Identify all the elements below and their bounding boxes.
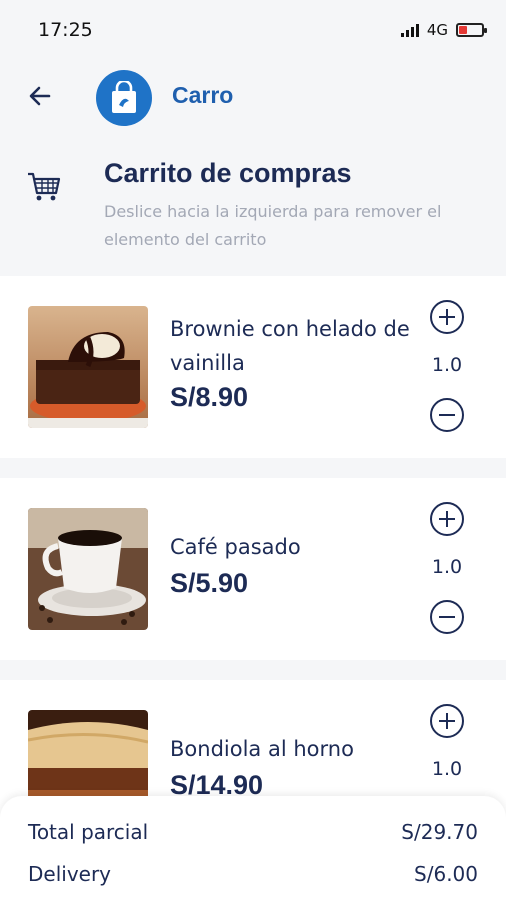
item-name: Café pasado (170, 535, 301, 559)
cart-header: Carrito de compras Deslice hacia la izqu… (0, 150, 506, 260)
item-price: S/5.90 (170, 568, 249, 598)
product-image-brownie (28, 306, 148, 428)
item-price: S/8.90 (170, 382, 249, 412)
cart-icon (28, 172, 61, 201)
page-subtitle: Deslice hacia la izquierda para remover … (104, 202, 442, 249)
app-bar: Carro (0, 66, 506, 130)
back-button[interactable] (24, 80, 56, 112)
shopping-bag-icon (112, 81, 136, 113)
status-time: 17:25 (38, 19, 93, 41)
page-title: Carrito de compras (104, 158, 352, 188)
signal-icon (400, 23, 419, 37)
item-quantity: 1.0 (431, 354, 463, 376)
item-name: Brownie con helado de vainilla (170, 317, 410, 375)
subtotal-value: S/29.70 (401, 820, 478, 844)
status-indicators: 4G (400, 21, 487, 39)
cart-item[interactable]: Café pasado S/5.90 1.0 (0, 478, 506, 660)
subtotal-label: Total parcial (28, 820, 149, 844)
product-image-cafe (28, 508, 148, 630)
order-summary: Total parcial S/29.70 Delivery S/6.00 (0, 796, 506, 900)
decrease-quantity-button[interactable] (430, 600, 464, 634)
battery-icon (456, 23, 487, 37)
subtotal-row: Total parcial S/29.70 (28, 820, 478, 844)
delivery-value: S/6.00 (414, 862, 478, 886)
increase-quantity-button[interactable] (430, 300, 464, 334)
back-arrow-icon (29, 86, 51, 106)
minus-icon (439, 413, 455, 417)
minus-icon (439, 615, 455, 619)
app-logo (96, 70, 152, 126)
item-name: Bondiola al horno (170, 737, 354, 761)
item-quantity: 1.0 (431, 758, 463, 780)
delivery-label: Delivery (28, 862, 112, 886)
cart-item[interactable]: Brownie con helado de vainilla S/8.90 1.… (0, 276, 506, 458)
status-bar: 17:25 4G (0, 0, 506, 60)
app-title: Carro (172, 82, 234, 108)
network-label: 4G (426, 21, 448, 39)
increase-quantity-button[interactable] (430, 704, 464, 738)
increase-quantity-button[interactable] (430, 502, 464, 536)
delivery-row: Delivery S/6.00 (28, 862, 478, 886)
decrease-quantity-button[interactable] (430, 398, 464, 432)
item-quantity: 1.0 (431, 556, 463, 578)
